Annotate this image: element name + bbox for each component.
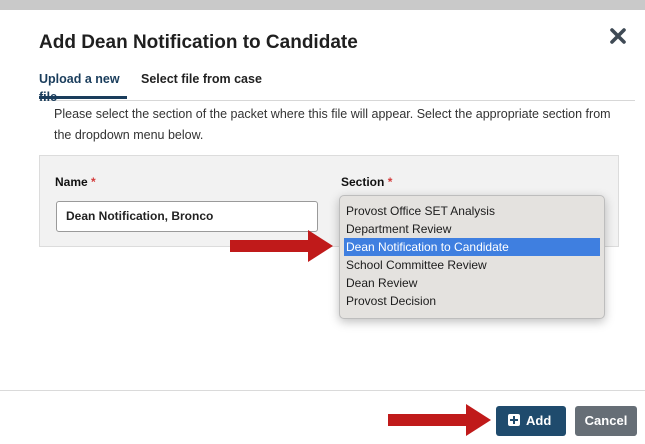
dropdown-option[interactable]: Department Review — [344, 220, 600, 238]
plus-square-icon — [508, 414, 520, 426]
dropdown-option[interactable]: School Committee Review — [344, 256, 600, 274]
cancel-button[interactable]: Cancel — [575, 406, 637, 436]
add-button[interactable]: Add — [496, 406, 566, 436]
required-marker: * — [387, 175, 393, 189]
tab-select-file-from-case[interactable]: Select file from case — [141, 70, 262, 99]
tab-upload-new-file[interactable]: Upload a new file — [39, 70, 127, 104]
close-x-icon[interactable] — [608, 26, 628, 46]
dropdown-option-selected[interactable]: Dean Notification to Candidate — [344, 238, 600, 256]
red-arrow-icon — [388, 404, 491, 436]
tab-bar: Upload a new file Select file from case — [39, 70, 635, 104]
dropdown-option[interactable]: Dean Review — [344, 274, 600, 292]
name-label: Name * — [55, 175, 96, 189]
required-marker: * — [91, 175, 96, 189]
red-arrow-icon — [230, 230, 333, 262]
dropdown-option[interactable]: Provost Decision — [344, 292, 600, 310]
section-label: Section * — [341, 175, 393, 189]
dropdown-option[interactable]: Provost Office SET Analysis — [344, 202, 600, 220]
dialog-title: Add Dean Notification to Candidate — [39, 32, 358, 53]
add-button-label: Add — [526, 413, 552, 428]
section-dropdown-list[interactable]: Provost Office SET Analysis Department R… — [339, 195, 605, 319]
footer-divider — [0, 390, 645, 391]
instructions-text: Please select the section of the packet … — [54, 107, 611, 142]
